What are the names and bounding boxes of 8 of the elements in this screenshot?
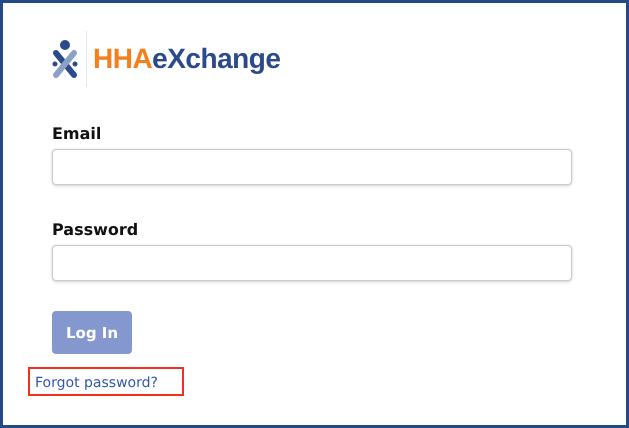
email-field[interactable] [52,149,572,185]
field-label: Email [52,124,102,143]
password-field[interactable] [52,245,572,281]
logo-brand-text: HHA [93,43,152,74]
person-icon [52,39,78,79]
forgot-password-link[interactable]: Forgot password? [35,375,158,391]
field-label: Password [52,220,140,239]
logo-suffix-text: eXchange [152,43,280,74]
